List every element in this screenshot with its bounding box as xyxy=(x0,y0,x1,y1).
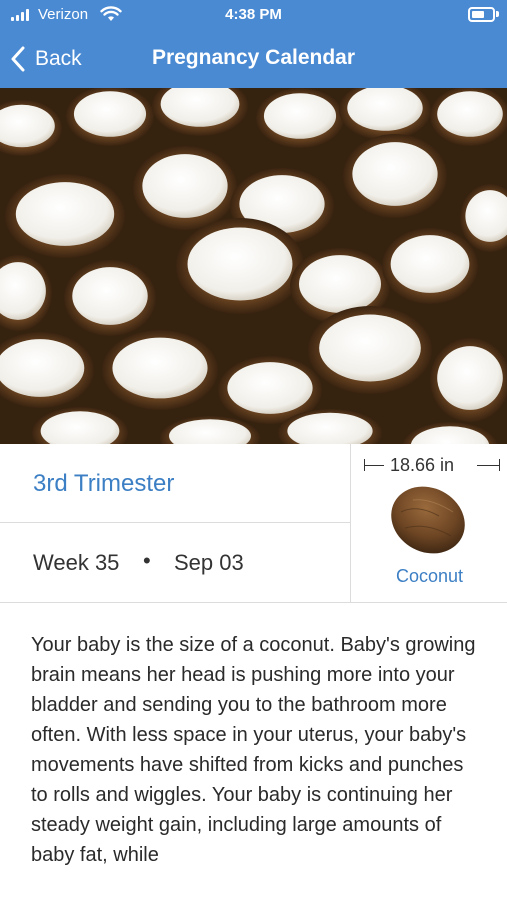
header: Verizon 4:38 PM Back Pregnancy Calendar xyxy=(0,0,507,88)
trimester-link[interactable]: 3rd Trimester xyxy=(33,470,174,498)
size-panel: 18.66 in Coconut xyxy=(352,444,507,603)
week-info: 3rd Trimester Week 35 • Sep 03 18.66 in xyxy=(0,444,507,603)
coconut-photo xyxy=(0,88,507,444)
separator-dot: • xyxy=(143,548,151,573)
week-details: 3rd Trimester Week 35 • Sep 03 xyxy=(0,444,351,603)
divider xyxy=(0,522,351,523)
measure-line-right xyxy=(477,465,499,466)
battery-nub xyxy=(496,11,499,17)
description-text: Your baby is the size of a coconut. Baby… xyxy=(31,634,476,866)
week-label: Week 35 xyxy=(33,550,120,575)
date-label: Sep 03 xyxy=(174,550,244,575)
coconut-icon[interactable] xyxy=(387,482,469,558)
battery-icon xyxy=(468,7,495,22)
clock: 4:38 PM xyxy=(225,6,282,23)
fruit-link[interactable]: Coconut xyxy=(352,566,507,587)
size-measure: 18.66 in xyxy=(364,455,502,475)
status-bar: Verizon 4:38 PM xyxy=(0,0,507,34)
size-value: 18.66 in xyxy=(390,455,455,475)
measure-tick-right xyxy=(499,459,500,471)
hero-image xyxy=(0,88,507,444)
measure-line-left xyxy=(364,465,384,466)
page-title: Pregnancy Calendar xyxy=(151,46,356,69)
nav-bar: Back Pregnancy Calendar xyxy=(0,34,507,88)
